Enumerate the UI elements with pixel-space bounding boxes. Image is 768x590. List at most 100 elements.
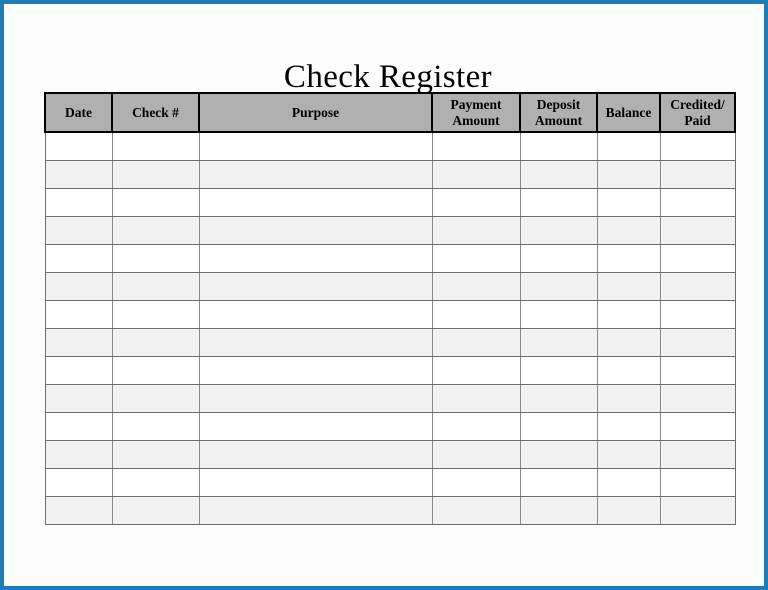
cell-credited[interactable] (659, 327, 736, 357)
cell-credited[interactable] (659, 299, 736, 329)
cell-deposit[interactable] (519, 495, 598, 525)
cell-deposit[interactable] (519, 215, 598, 245)
cell-date[interactable] (44, 271, 113, 301)
cell-payment[interactable] (431, 299, 521, 329)
cell-deposit[interactable] (519, 467, 598, 497)
cell-balance[interactable] (596, 131, 661, 161)
cell-deposit[interactable] (519, 439, 598, 469)
cell-credited[interactable] (659, 467, 736, 497)
cell-date[interactable] (44, 327, 113, 357)
cell-payment[interactable] (431, 271, 521, 301)
cell-payment[interactable] (431, 467, 521, 497)
cell-check_no[interactable] (111, 327, 200, 357)
cell-credited[interactable] (659, 411, 736, 441)
cell-date[interactable] (44, 243, 113, 273)
cell-purpose[interactable] (198, 159, 433, 189)
cell-date[interactable] (44, 383, 113, 413)
cell-deposit[interactable] (519, 187, 598, 217)
cell-credited[interactable] (659, 187, 736, 217)
cell-payment[interactable] (431, 187, 521, 217)
table-row[interactable] (44, 243, 736, 273)
cell-date[interactable] (44, 467, 113, 497)
cell-purpose[interactable] (198, 467, 433, 497)
table-row[interactable] (44, 159, 736, 189)
cell-date[interactable] (44, 131, 113, 161)
cell-date[interactable] (44, 159, 113, 189)
cell-balance[interactable] (596, 271, 661, 301)
cell-balance[interactable] (596, 411, 661, 441)
cell-credited[interactable] (659, 355, 736, 385)
cell-check_no[interactable] (111, 131, 200, 161)
cell-date[interactable] (44, 411, 113, 441)
cell-balance[interactable] (596, 439, 661, 469)
cell-purpose[interactable] (198, 299, 433, 329)
table-row[interactable] (44, 439, 736, 469)
cell-credited[interactable] (659, 215, 736, 245)
cell-balance[interactable] (596, 243, 661, 273)
cell-balance[interactable] (596, 299, 661, 329)
cell-check_no[interactable] (111, 243, 200, 273)
cell-check_no[interactable] (111, 159, 200, 189)
table-row[interactable] (44, 383, 736, 413)
cell-purpose[interactable] (198, 439, 433, 469)
cell-deposit[interactable] (519, 411, 598, 441)
table-row[interactable] (44, 187, 736, 217)
cell-balance[interactable] (596, 187, 661, 217)
cell-deposit[interactable] (519, 327, 598, 357)
cell-purpose[interactable] (198, 271, 433, 301)
table-row[interactable] (44, 327, 736, 357)
cell-balance[interactable] (596, 159, 661, 189)
cell-check_no[interactable] (111, 383, 200, 413)
cell-purpose[interactable] (198, 187, 433, 217)
cell-credited[interactable] (659, 159, 736, 189)
cell-check_no[interactable] (111, 467, 200, 497)
cell-deposit[interactable] (519, 131, 598, 161)
cell-check_no[interactable] (111, 439, 200, 469)
table-row[interactable] (44, 131, 736, 161)
table-row[interactable] (44, 495, 736, 525)
table-row[interactable] (44, 215, 736, 245)
cell-date[interactable] (44, 495, 113, 525)
cell-credited[interactable] (659, 271, 736, 301)
cell-payment[interactable] (431, 159, 521, 189)
cell-balance[interactable] (596, 215, 661, 245)
cell-payment[interactable] (431, 383, 521, 413)
cell-credited[interactable] (659, 439, 736, 469)
cell-credited[interactable] (659, 383, 736, 413)
cell-credited[interactable] (659, 131, 736, 161)
cell-balance[interactable] (596, 467, 661, 497)
cell-purpose[interactable] (198, 411, 433, 441)
cell-date[interactable] (44, 187, 113, 217)
cell-balance[interactable] (596, 327, 661, 357)
cell-balance[interactable] (596, 383, 661, 413)
cell-payment[interactable] (431, 495, 521, 525)
cell-credited[interactable] (659, 243, 736, 273)
cell-balance[interactable] (596, 355, 661, 385)
cell-purpose[interactable] (198, 131, 433, 161)
cell-check_no[interactable] (111, 355, 200, 385)
cell-payment[interactable] (431, 411, 521, 441)
table-row[interactable] (44, 355, 736, 385)
cell-check_no[interactable] (111, 411, 200, 441)
cell-check_no[interactable] (111, 495, 200, 525)
cell-purpose[interactable] (198, 327, 433, 357)
cell-purpose[interactable] (198, 495, 433, 525)
cell-payment[interactable] (431, 243, 521, 273)
cell-payment[interactable] (431, 355, 521, 385)
cell-purpose[interactable] (198, 383, 433, 413)
cell-payment[interactable] (431, 131, 521, 161)
cell-deposit[interactable] (519, 271, 598, 301)
cell-payment[interactable] (431, 439, 521, 469)
cell-date[interactable] (44, 215, 113, 245)
cell-deposit[interactable] (519, 243, 598, 273)
cell-credited[interactable] (659, 495, 736, 525)
cell-balance[interactable] (596, 495, 661, 525)
cell-deposit[interactable] (519, 159, 598, 189)
table-row[interactable] (44, 271, 736, 301)
cell-date[interactable] (44, 355, 113, 385)
cell-date[interactable] (44, 439, 113, 469)
cell-purpose[interactable] (198, 215, 433, 245)
cell-purpose[interactable] (198, 243, 433, 273)
cell-date[interactable] (44, 299, 113, 329)
cell-payment[interactable] (431, 215, 521, 245)
